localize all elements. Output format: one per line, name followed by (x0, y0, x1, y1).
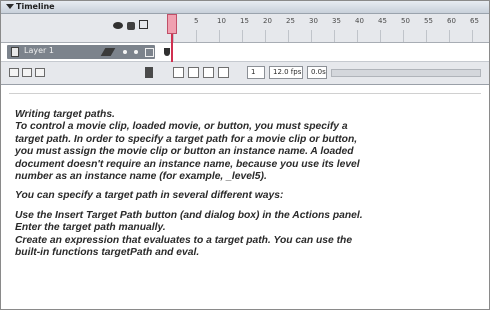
frame-rate-field: 12.0 fps (269, 66, 303, 79)
visibility-dot-icon[interactable] (123, 50, 127, 54)
ruler-frame-number: 35 (332, 17, 341, 25)
current-frame-field: 1 (247, 66, 265, 79)
document-line: Writing target paths. (15, 109, 115, 120)
trash-icon[interactable] (145, 67, 153, 78)
ruler-frame-number: 20 (263, 17, 272, 25)
insert-layer-folder-button[interactable] (35, 68, 45, 77)
lock-dot-icon[interactable] (134, 50, 138, 54)
ruler-frame-number: 65 (470, 17, 479, 25)
document-line: You can specify a target path in several… (15, 190, 284, 202)
ruler-frame-number: 5 (194, 17, 199, 25)
elapsed-time-field: 0.0s (307, 66, 327, 79)
ruler-frame-number: 40 (355, 17, 364, 25)
ruler-frame-number: 50 (401, 17, 410, 25)
frame-ruler[interactable]: 15101520253035404550556065 (161, 14, 489, 42)
ruler-tick (288, 30, 289, 42)
add-motion-guide-button[interactable] (22, 68, 32, 77)
ruler-tick (219, 30, 220, 42)
outline-icon[interactable] (139, 20, 148, 29)
timeline-controls: 1 12.0 fps 0.0s (1, 62, 489, 85)
ruler-frame-number: 25 (286, 17, 295, 25)
ruler-tick (242, 30, 243, 42)
ruler-tick (311, 30, 312, 42)
layer-buttons (9, 68, 45, 77)
collapse-triangle-icon[interactable] (6, 4, 14, 9)
ruler-tick (380, 30, 381, 42)
ruler-tick (426, 30, 427, 42)
timeline-header: 15101520253035404550556065 (1, 14, 489, 43)
document-line: To control a movie clip, loaded movie, o… (15, 121, 348, 133)
onion-skin-button[interactable] (188, 67, 199, 78)
layer-column-icons (113, 20, 148, 32)
edit-multiple-frames-button[interactable] (218, 67, 229, 78)
outline-square-icon[interactable] (145, 48, 154, 57)
timeline-title-bar[interactable]: Timeline (1, 1, 489, 14)
ruler-frame-number: 10 (217, 17, 226, 25)
lock-icon[interactable] (127, 22, 135, 30)
horizontal-scrollbar[interactable] (331, 69, 481, 77)
ruler-frame-number: 15 (240, 17, 249, 25)
ruler-frame-number: 55 (424, 17, 433, 25)
layer-name-cell[interactable]: Layer 1 (7, 45, 155, 59)
document-line: Create an expression that evaluates to a… (15, 234, 353, 246)
document-line: you must assign the movie clip or button… (15, 146, 354, 158)
layer-icon (11, 47, 19, 57)
ruler-tick (357, 30, 358, 42)
ruler-tick (472, 30, 473, 42)
document-line: Enter the target path manually. (15, 222, 166, 234)
document-line: Use the Insert Target Path button (and d… (15, 209, 363, 221)
ruler-tick (196, 30, 197, 42)
divider (9, 93, 481, 94)
document-line: target path. In order to specify a targe… (15, 133, 358, 145)
layer-name: Layer 1 (24, 46, 54, 55)
ruler-tick (403, 30, 404, 42)
onion-skin-buttons (173, 67, 229, 78)
onion-outlines-button[interactable] (203, 67, 214, 78)
insert-layer-button[interactable] (9, 68, 19, 77)
playhead-handle[interactable] (167, 14, 177, 34)
layer-row[interactable]: Layer 1 (1, 43, 489, 103)
panel-title: Timeline (16, 2, 55, 11)
ruler-tick (265, 30, 266, 42)
ruler-frame-number: 45 (378, 17, 387, 25)
document-area: Writing target paths. To control a movie … (1, 85, 489, 309)
document-line: document doesn't require an instance nam… (15, 158, 360, 170)
ruler-tick (449, 30, 450, 42)
window: Timeline 15101520253035404550556065 Laye… (0, 0, 490, 310)
pencil-icon (100, 48, 116, 56)
center-frame-button[interactable] (173, 67, 184, 78)
document-line: number as an instance name (for example,… (15, 171, 267, 183)
ruler-frame-number: 60 (447, 17, 456, 25)
ruler-tick (334, 30, 335, 42)
ruler-frame-number: 30 (309, 17, 318, 25)
document-text: Writing target paths. To control a movie … (15, 109, 483, 259)
eye-icon[interactable] (113, 22, 123, 29)
document-line: built-in functions targetPath and eval. (15, 247, 200, 259)
